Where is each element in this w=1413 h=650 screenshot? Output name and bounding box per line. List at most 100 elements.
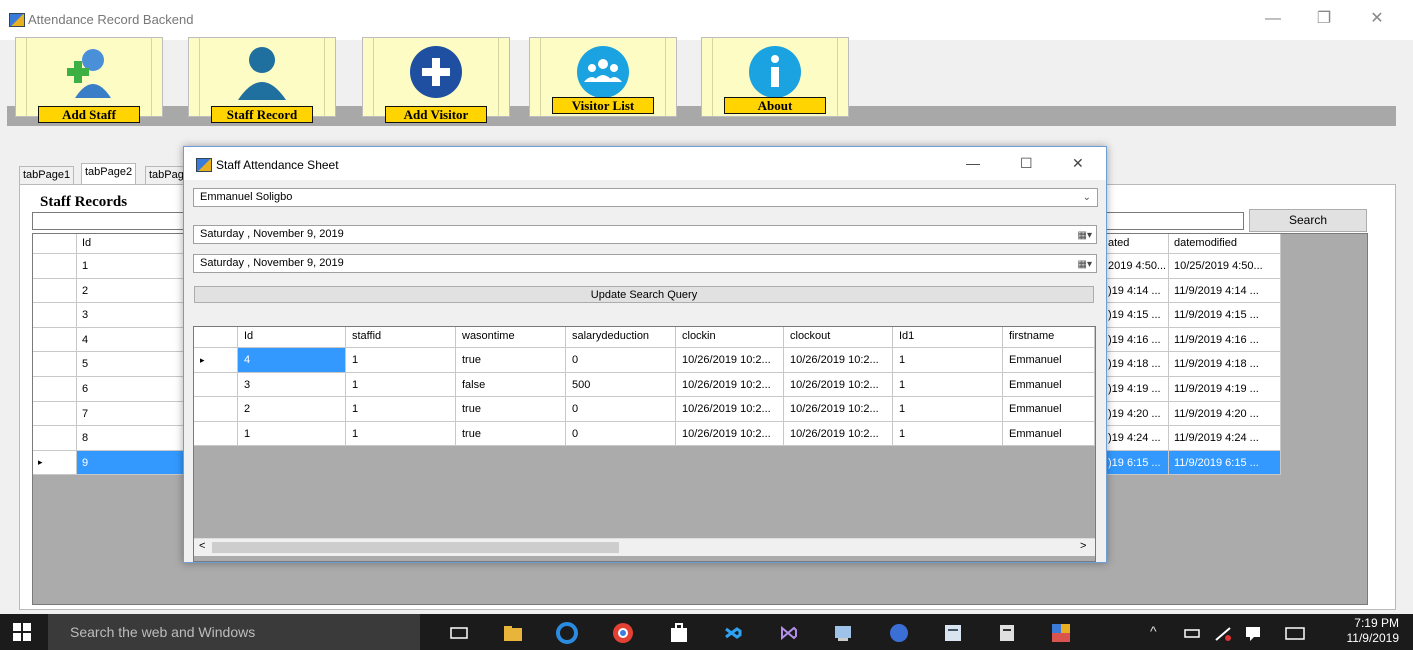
calendar-dropdown-icon[interactable]: ▦▾ bbox=[1078, 227, 1092, 244]
table-cell-modified[interactable]: 11/9/2019 4:15 ... bbox=[1169, 303, 1281, 328]
column-header-datecreated[interactable]: ated bbox=[1103, 234, 1169, 254]
visual-studio-icon[interactable] bbox=[778, 622, 800, 644]
table-cell-modified[interactable]: 11/9/2019 4:14 ... bbox=[1169, 278, 1281, 304]
minimize-button[interactable]: — bbox=[1258, 8, 1288, 30]
table-cell-staffid[interactable]: 1 bbox=[346, 421, 456, 446]
attendance-grid[interactable]: Id staffid wasontime salarydeduction clockin… bbox=[193, 326, 1096, 562]
table-cell-clockout[interactable]: 10/26/2019 10:2... bbox=[784, 421, 893, 446]
table-cell-id[interactable]: 8 bbox=[77, 426, 187, 451]
table-cell-id[interactable]: 5 bbox=[77, 352, 187, 377]
table-cell-created[interactable]: )19 4:18 ... bbox=[1103, 352, 1169, 377]
table-cell-clockout[interactable]: 10/26/2019 10:2... bbox=[784, 348, 893, 373]
table-cell-id[interactable]: 4 bbox=[238, 348, 346, 373]
vscode-icon[interactable] bbox=[722, 622, 744, 644]
table-cell-clockin[interactable]: 10/26/2019 10:2... bbox=[676, 397, 784, 422]
update-search-query-button[interactable]: Update Search Query bbox=[194, 286, 1094, 303]
notifications-icon[interactable] bbox=[1242, 622, 1264, 644]
table-cell-modified[interactable]: 11/9/2019 4:19 ... bbox=[1169, 377, 1281, 402]
table-cell-firstname[interactable]: Emmanuel bbox=[1003, 372, 1095, 397]
row-header[interactable] bbox=[33, 426, 77, 451]
column-header-id[interactable]: Id bbox=[238, 327, 346, 348]
chevron-up-icon[interactable]: ^ bbox=[1150, 623, 1157, 639]
column-header-clockin[interactable]: clockin bbox=[676, 327, 784, 348]
table-cell-created[interactable]: 2019 4:50... bbox=[1103, 254, 1169, 279]
table-cell-id[interactable]: 1 bbox=[238, 421, 346, 446]
date-to-picker[interactable]: Saturday , November 9, 2019 ▦▾ bbox=[193, 254, 1097, 273]
task-view-icon[interactable] bbox=[448, 622, 470, 644]
table-cell-clockin[interactable]: 10/26/2019 10:2... bbox=[676, 421, 784, 446]
scroll-right-arrow[interactable]: > bbox=[1080, 540, 1086, 552]
table-cell-wasontime[interactable]: true bbox=[456, 348, 566, 373]
close-button[interactable]: ✕ bbox=[1362, 8, 1392, 30]
row-header[interactable] bbox=[194, 397, 238, 422]
date-from-picker[interactable]: Saturday , November 9, 2019 ▦▾ bbox=[193, 225, 1097, 244]
add-visitor-button[interactable]: Add Visitor bbox=[362, 37, 510, 123]
windows-start-icon[interactable] bbox=[13, 623, 31, 641]
column-header-clockout[interactable]: clockout bbox=[784, 327, 893, 348]
add-staff-button[interactable]: Add Staff bbox=[15, 37, 163, 123]
table-cell-wasontime[interactable]: true bbox=[456, 421, 566, 446]
table-cell-firstname[interactable]: Emmanuel bbox=[1003, 421, 1095, 446]
column-header-salarydeduction[interactable]: salarydeduction bbox=[566, 327, 676, 348]
table-cell-wasontime[interactable]: true bbox=[456, 397, 566, 422]
database-icon[interactable] bbox=[832, 622, 854, 644]
table-cell-firstname[interactable]: Emmanuel bbox=[1003, 397, 1095, 422]
table-cell-staffid[interactable]: 1 bbox=[346, 397, 456, 422]
table-cell-staffid[interactable]: 1 bbox=[346, 348, 456, 373]
dialog-close-button[interactable]: ✕ bbox=[1072, 155, 1084, 172]
row-header[interactable] bbox=[33, 352, 77, 377]
row-header[interactable] bbox=[33, 401, 77, 427]
tab-page1[interactable]: tabPage1 bbox=[19, 166, 75, 184]
about-button[interactable]: About bbox=[701, 37, 849, 117]
table-cell-id[interactable]: 9 bbox=[77, 450, 187, 476]
row-header[interactable] bbox=[33, 278, 77, 304]
chrome-icon[interactable] bbox=[612, 622, 634, 644]
table-cell-id1[interactable]: 1 bbox=[893, 397, 1003, 422]
row-header[interactable] bbox=[33, 254, 77, 279]
taskbar-clock[interactable]: 7:19 PM 11/9/2019 bbox=[1347, 616, 1400, 646]
taskbar-search[interactable]: Search the web and Windows bbox=[48, 614, 420, 650]
calendar-dropdown-icon[interactable]: ▦▾ bbox=[1078, 256, 1092, 273]
row-header[interactable]: ▸ bbox=[33, 450, 77, 476]
table-cell-modified[interactable]: 11/9/2019 6:15 ... bbox=[1169, 450, 1281, 476]
table-cell-modified[interactable]: 11/9/2019 4:16 ... bbox=[1169, 327, 1281, 353]
scrollbar-thumb[interactable] bbox=[212, 542, 619, 553]
table-cell-salarydeduction[interactable]: 500 bbox=[566, 372, 676, 397]
tab-page2[interactable]: tabPage2 bbox=[81, 163, 137, 185]
table-cell-id1[interactable]: 1 bbox=[893, 372, 1003, 397]
dialog-minimize-button[interactable]: — bbox=[966, 155, 980, 171]
table-cell-clockin[interactable]: 10/26/2019 10:2... bbox=[676, 348, 784, 373]
table-cell-created[interactable]: )19 6:15 ... bbox=[1103, 450, 1169, 476]
table-cell-id1[interactable]: 1 bbox=[893, 421, 1003, 446]
table-cell-modified[interactable]: 11/9/2019 4:24 ... bbox=[1169, 426, 1281, 451]
table-cell-id[interactable]: 2 bbox=[77, 278, 187, 304]
table-cell-modified[interactable]: 10/25/2019 4:50... bbox=[1169, 254, 1281, 279]
table-cell-created[interactable]: )19 4:16 ... bbox=[1103, 327, 1169, 353]
column-header-id1[interactable]: Id1 bbox=[893, 327, 1003, 348]
table-cell-created[interactable]: )19 4:14 ... bbox=[1103, 278, 1169, 304]
staff-record-button[interactable]: Staff Record bbox=[188, 37, 336, 123]
row-header[interactable] bbox=[33, 377, 77, 402]
table-cell-id[interactable]: 1 bbox=[77, 254, 187, 279]
table-cell-salarydeduction[interactable]: 0 bbox=[566, 421, 676, 446]
file-explorer-icon[interactable] bbox=[502, 622, 524, 644]
table-cell-clockout[interactable]: 10/26/2019 10:2... bbox=[784, 397, 893, 422]
tab-page3[interactable]: tabPag bbox=[145, 166, 188, 184]
row-header[interactable] bbox=[194, 421, 238, 446]
scroll-left-arrow[interactable]: < bbox=[199, 540, 205, 552]
attendance-app-icon[interactable] bbox=[1050, 622, 1072, 644]
table-cell-id[interactable]: 2 bbox=[238, 397, 346, 422]
table-cell-clockout[interactable]: 10/26/2019 10:2... bbox=[784, 372, 893, 397]
horizontal-scrollbar[interactable]: < > bbox=[194, 538, 1095, 556]
table-cell-clockin[interactable]: 10/26/2019 10:2... bbox=[676, 372, 784, 397]
publisher-icon[interactable] bbox=[942, 622, 964, 644]
notes-icon[interactable] bbox=[996, 622, 1018, 644]
table-cell-id[interactable]: 7 bbox=[77, 401, 187, 427]
table-cell-salarydeduction[interactable]: 0 bbox=[566, 348, 676, 373]
table-cell-modified[interactable]: 11/9/2019 4:20 ... bbox=[1169, 401, 1281, 427]
table-cell-id[interactable]: 4 bbox=[77, 327, 187, 353]
row-header[interactable]: ▸ bbox=[194, 348, 238, 373]
table-cell-salarydeduction[interactable]: 0 bbox=[566, 397, 676, 422]
visitor-list-button[interactable]: Visitor List bbox=[529, 37, 677, 117]
keyboard-icon[interactable] bbox=[1284, 622, 1306, 644]
